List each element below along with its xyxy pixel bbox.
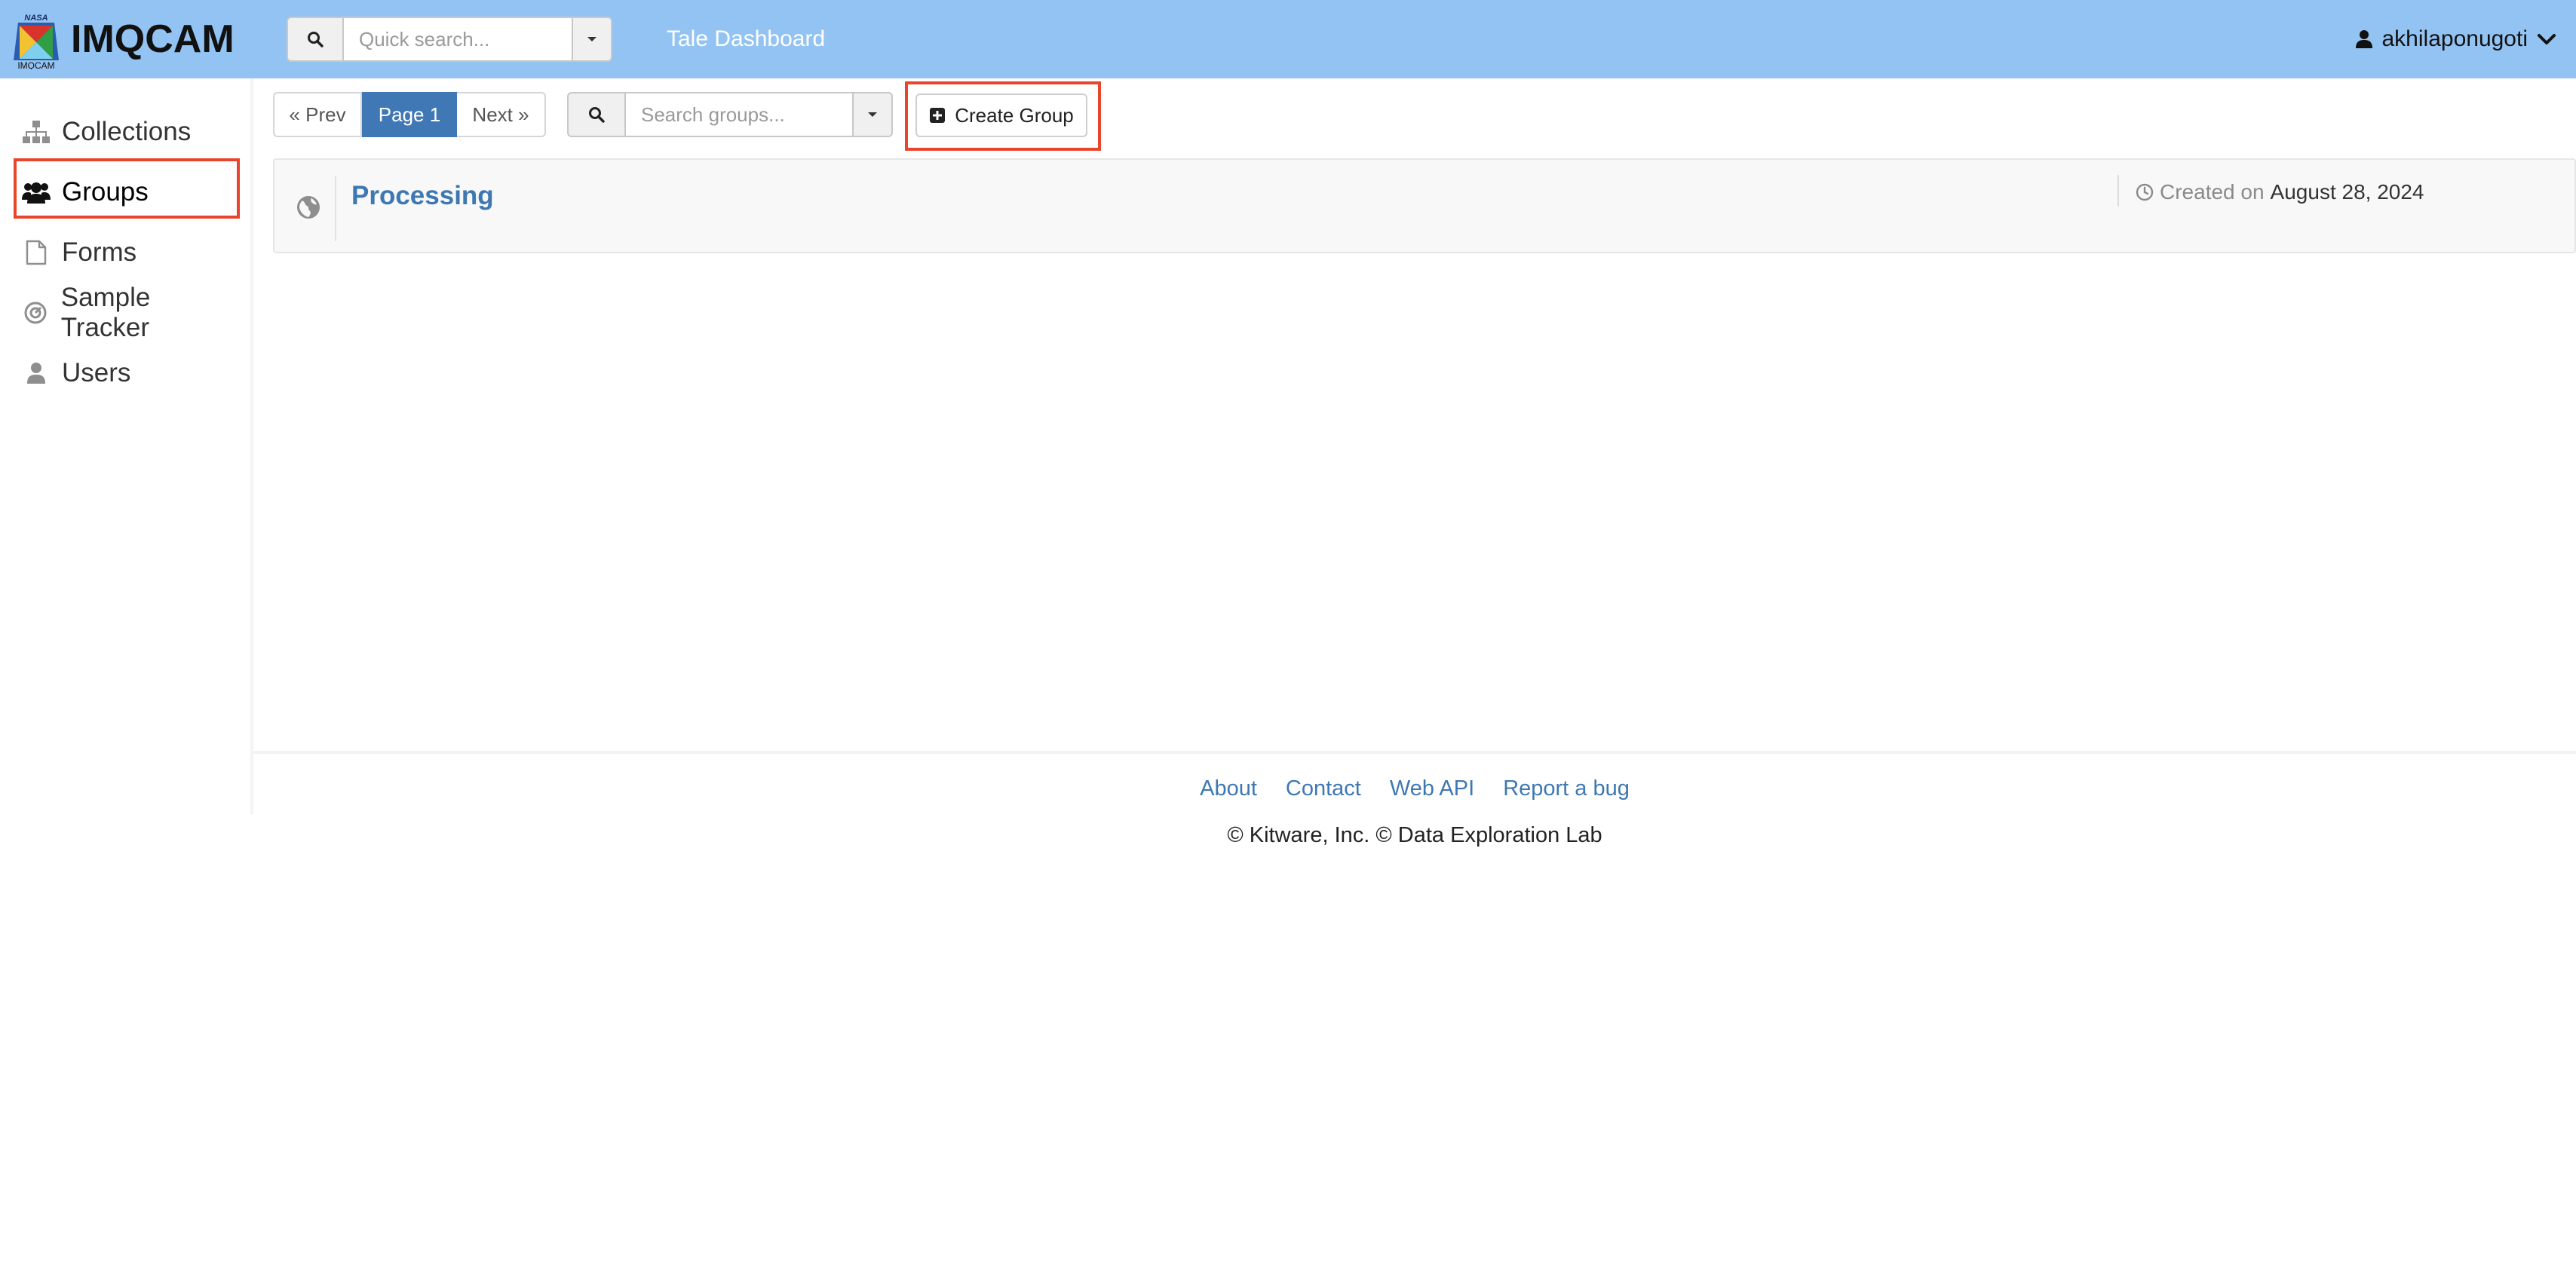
- top-navbar: NASA IMQCAM IMQCAM Tale Dashboard akhila…: [0, 0, 2576, 78]
- sidebar-item-label: Sample Tracker: [60, 283, 151, 342]
- sidebar-item-forms[interactable]: Forms: [17, 224, 240, 281]
- quick-search-button[interactable]: [287, 17, 344, 62]
- quick-search-mode-dropdown[interactable]: [572, 17, 612, 62]
- brand-name[interactable]: IMQCAM: [71, 15, 235, 63]
- highlight-frame-groups: [14, 158, 240, 219]
- footer-link-about[interactable]: About: [1200, 776, 1257, 801]
- sidebar-item-label: Forms: [62, 237, 137, 267]
- search-icon: [589, 107, 605, 123]
- footer-links: About Contact Web API Report a bug: [253, 776, 2576, 801]
- tale-dashboard-link[interactable]: Tale Dashboard: [667, 24, 825, 54]
- group-name-link[interactable]: Processing: [351, 179, 494, 213]
- caret-down-icon: [868, 112, 877, 117]
- sitemap-icon: [21, 117, 51, 147]
- user-icon: [2355, 30, 2372, 48]
- user-menu[interactable]: akhilaponugoti: [2355, 23, 2557, 56]
- chevron-down-icon: [2538, 34, 2556, 44]
- file-icon: [21, 237, 51, 268]
- sidebar-item-label: Collections: [62, 117, 192, 146]
- user-icon: [21, 358, 51, 388]
- group-search-input[interactable]: [626, 92, 852, 137]
- svg-text:IMQCAM: IMQCAM: [17, 60, 54, 69]
- sidebar-item-users[interactable]: Users: [17, 344, 240, 402]
- target-icon: [21, 298, 51, 328]
- next-page-button[interactable]: Next »: [457, 92, 546, 137]
- quick-search-input[interactable]: [344, 17, 572, 62]
- sidebar-item-sample-tracker[interactable]: Sample Tracker: [17, 283, 240, 342]
- footer-link-web-api[interactable]: Web API: [1390, 776, 1474, 801]
- list-item: Processing Created on August 28, 2024: [273, 158, 2576, 253]
- svg-text:NASA: NASA: [24, 14, 48, 23]
- copyright: © Kitware, Inc. © Data Exploration Lab: [1227, 823, 1602, 847]
- group-search-mode-dropdown[interactable]: [852, 92, 893, 137]
- created-date: Created on August 28, 2024: [2136, 178, 2424, 207]
- row-divider: [335, 176, 336, 241]
- sidebar-item-collections[interactable]: Collections: [17, 103, 240, 161]
- prev-page-button[interactable]: « Prev: [273, 92, 362, 137]
- nasa-imqcam-logo[interactable]: NASA IMQCAM: [9, 12, 63, 71]
- caret-down-icon: [587, 37, 596, 41]
- group-search: [567, 92, 893, 137]
- footer-link-contact[interactable]: Contact: [1286, 776, 1361, 801]
- globe-icon: [297, 196, 320, 219]
- row-divider: [2118, 175, 2119, 207]
- sidebar-item-label: Users: [62, 358, 131, 387]
- highlight-frame-create-group: [905, 81, 1101, 151]
- username: akhilaponugoti: [2381, 26, 2528, 51]
- created-label: Created on: [2160, 180, 2265, 204]
- pagination: « Prev Page 1 Next »: [273, 92, 546, 137]
- group-search-button[interactable]: [567, 92, 626, 137]
- footer-link-report-bug[interactable]: Report a bug: [1503, 776, 1630, 801]
- quick-search: [287, 17, 612, 62]
- current-page-button[interactable]: Page 1: [362, 92, 457, 137]
- search-icon: [308, 32, 324, 47]
- created-date-value: August 28, 2024: [2270, 180, 2424, 204]
- footer-divider: [253, 751, 2576, 754]
- clock-icon: [2136, 183, 2154, 201]
